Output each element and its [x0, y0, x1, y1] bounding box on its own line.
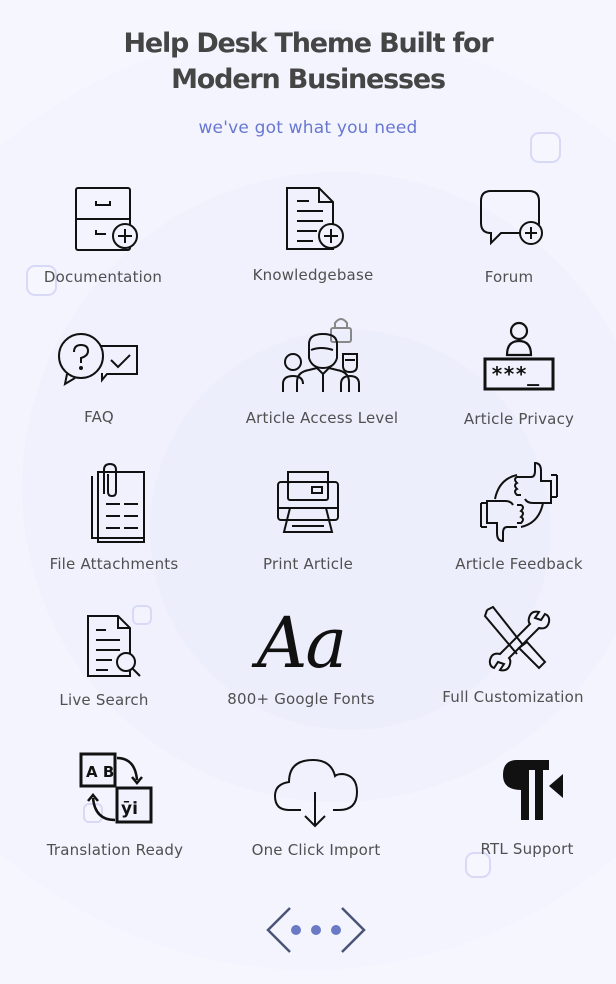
chevron-right-icon[interactable]	[341, 907, 366, 953]
feature-label: FAQ	[84, 408, 114, 426]
feature-label: RTL Support	[480, 840, 574, 858]
feature-label: Article Feedback	[455, 555, 583, 573]
title-line-1: Help Desk Theme Built for	[123, 28, 493, 59]
feature-file-attachments: File Attachments	[14, 462, 214, 573]
aa-glyph: Aa	[256, 602, 347, 684]
carousel-navigation	[262, 902, 370, 958]
feature-rtl-support: RTL Support	[427, 756, 616, 858]
feature-article-feedback: Article Feedback	[419, 461, 616, 573]
feature-label: Article Privacy	[463, 410, 575, 428]
nav-dot[interactable]	[331, 925, 341, 935]
chat-bubble-plus-icon	[469, 184, 549, 256]
title-line-2: Modern Businesses	[171, 64, 446, 95]
question-chat-icon	[53, 326, 145, 398]
document-plus-icon	[273, 184, 353, 256]
page-title: Help Desk Theme Built for Modern Busines…	[0, 26, 616, 98]
chevron-left-icon[interactable]	[266, 907, 291, 953]
cloud-download-icon	[271, 756, 361, 828]
feature-article-access-level: Article Access Level	[222, 314, 422, 427]
translation-ab-icon: A B ӯі	[75, 750, 155, 824]
feature-live-search: Live Search	[4, 610, 204, 709]
nav-dot[interactable]	[291, 925, 301, 935]
feature-forum: Forum	[409, 184, 609, 286]
feature-label: Knowledgebase	[252, 266, 374, 284]
feature-label: File Attachments	[49, 555, 179, 573]
feature-label: Full Customization	[442, 688, 584, 706]
team-lock-icon	[277, 314, 367, 398]
nav-dot[interactable]	[311, 925, 321, 935]
feature-label: Print Article	[263, 555, 353, 573]
feature-label: Forum	[484, 268, 534, 286]
feature-article-privacy: ***_ Article Privacy	[419, 321, 616, 428]
feature-google-fonts: Aa 800+ Google Fonts	[201, 606, 401, 708]
rtl-pilcrow-icon	[487, 756, 567, 828]
feature-label: Article Access Level	[245, 409, 399, 427]
svg-text:***_: ***_	[491, 362, 540, 386]
feature-label: 800+ Google Fonts	[227, 690, 375, 708]
wrench-screwdriver-icon	[473, 604, 553, 676]
section-header: Help Desk Theme Built for Modern Busines…	[0, 26, 616, 138]
feature-label: Documentation	[43, 268, 163, 286]
feature-translation-ready: A B ӯі Translation Ready	[15, 750, 215, 859]
feature-label: Live Search	[59, 691, 149, 709]
feature-print-article: Print Article	[208, 466, 408, 573]
feature-full-customization: Full Customization	[413, 604, 613, 706]
paperclip-documents-icon	[74, 462, 154, 546]
feature-faq: FAQ	[0, 326, 199, 426]
feature-documentation: Documentation	[3, 184, 203, 286]
thumbs-up-down-icon	[479, 461, 559, 543]
typography-aa-icon: Aa	[241, 606, 361, 680]
file-cabinet-plus-icon	[63, 184, 143, 256]
document-search-icon	[64, 610, 144, 682]
svg-text:ӯі: ӯі	[121, 799, 138, 819]
feature-label: Translation Ready	[46, 841, 184, 859]
svg-text:A B: A B	[86, 763, 114, 781]
feature-label: One Click Import	[251, 841, 381, 859]
feature-one-click-import: One Click Import	[216, 756, 416, 859]
user-password-icon: ***_	[479, 321, 559, 393]
page-subtitle: we've got what you need	[198, 118, 418, 138]
feature-knowledgebase: Knowledgebase	[213, 184, 413, 284]
printer-icon	[268, 466, 348, 538]
